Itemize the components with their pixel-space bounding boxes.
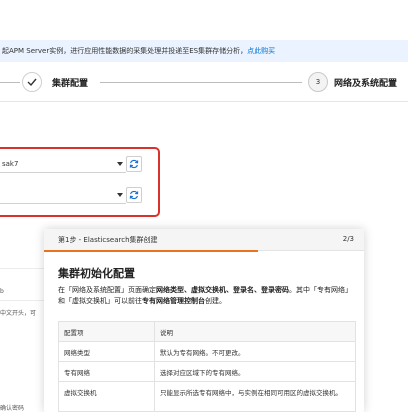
- guide-text: 创建。: [205, 297, 226, 305]
- step-3-number: 3: [308, 72, 328, 92]
- step-connector: [100, 82, 302, 83]
- input-underline: [0, 300, 44, 301]
- check-icon: [27, 78, 37, 87]
- divider: [0, 268, 44, 269]
- vpc-select[interactable]: sak7: [0, 156, 126, 173]
- table-cell: 只能显示所选专有网络中，与实例在相同可用区的虚拟交换机。: [154, 381, 356, 412]
- chevron-down-icon: [117, 193, 123, 197]
- guide-header: 第1步 - Elasticsearch集群创建 2/3: [44, 229, 364, 252]
- table-header-cell: 说明: [154, 321, 356, 342]
- guide-description: 在「网络及系统配置」页面确定网络类型、虚拟交换机、登录名、登录密码。其中「专有网…: [58, 285, 356, 307]
- table-row: 虚拟交换机 只能显示所选专有网络中，与实例在相同可用区的虚拟交换机。: [58, 381, 356, 412]
- field-hint: 中文开头，可: [0, 310, 37, 317]
- table-cell: 虚拟交换机: [58, 381, 155, 412]
- table-header-row: 配置项 说明: [58, 321, 356, 342]
- notice-text: 起APM Server实例，进行应用性能数据的采集处理并投递至ES集群存储分析，: [2, 47, 248, 55]
- vpc-select-value: sak7: [2, 160, 19, 168]
- confirm-password-label: 确认密码: [0, 405, 25, 412]
- refresh-vpc-button[interactable]: [126, 156, 142, 172]
- step-2-check: [22, 72, 42, 92]
- table-cell: 选择对应区域下的专有网络。: [154, 361, 356, 382]
- table-cell: 网络类型: [58, 341, 155, 362]
- vswitch-select[interactable]: [0, 187, 126, 204]
- config-table: 配置项 说明 网络类型 默认为专有网络。不可更改。 专有网络 选择对应区域下的专…: [58, 321, 356, 412]
- refresh-vswitch-button[interactable]: [126, 187, 142, 203]
- guide-heading: 集群初始化配置: [58, 267, 135, 280]
- table-cell: 默认为专有网络。不可更改。: [154, 341, 356, 362]
- table-cell: 专有网络: [58, 361, 155, 382]
- table-header-cell: 配置项: [58, 321, 155, 342]
- chevron-down-icon: [117, 162, 123, 166]
- guide-text: 在「网络及系统配置」页面确定: [58, 286, 156, 294]
- guide-progress-bar: [44, 250, 259, 252]
- guide-page-indicator: 2/3: [342, 235, 354, 243]
- field-text: b: [0, 288, 4, 295]
- table-row: 专有网络 选择对应区域下的专有网络。: [58, 361, 356, 382]
- refresh-icon: [129, 190, 139, 200]
- guide-popup: 第1步 - Elasticsearch集群创建 2/3 集群初始化配置 在「网络…: [44, 229, 364, 412]
- steps-bar: 集群配置 3 网络及系统配置: [0, 66, 408, 102]
- guide-step-title: 第1步 - Elasticsearch集群创建: [58, 236, 158, 244]
- notice-bar: 起APM Server实例，进行应用性能数据的采集处理并投递至ES集群存储分析，…: [0, 40, 408, 62]
- guide-text-bold: 网络类型、虚拟交换机、登录名、登录密码: [156, 286, 289, 294]
- guide-text-bold: 专有网络管理控制台: [142, 297, 205, 305]
- step-connector: [0, 82, 20, 83]
- step-2-label: 集群配置: [52, 79, 89, 89]
- buy-link[interactable]: 点此购买: [247, 47, 275, 55]
- step-3-label: 网络及系统配置: [334, 79, 398, 89]
- table-row: 网络类型 默认为专有网络。不可更改。: [58, 341, 356, 362]
- refresh-icon: [129, 159, 139, 169]
